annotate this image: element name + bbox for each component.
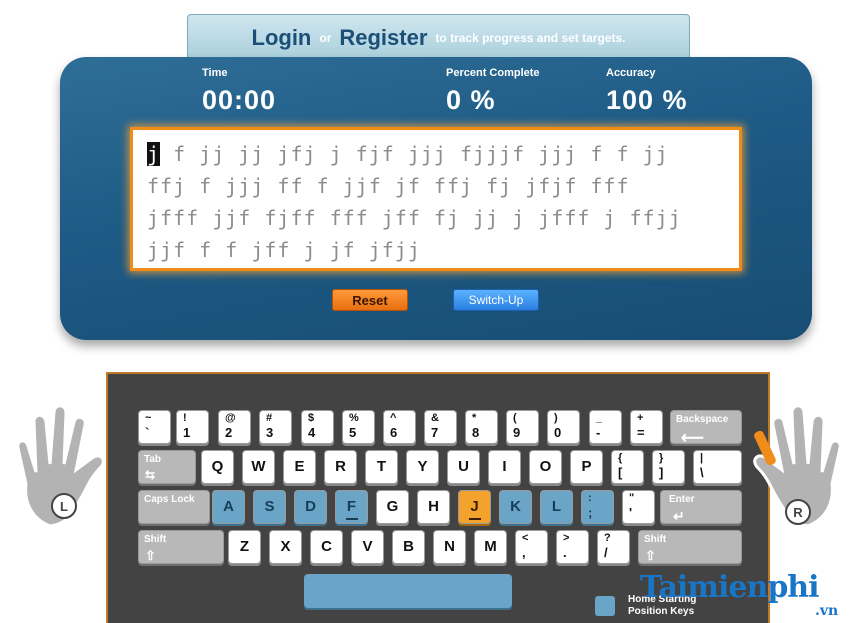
login-register-bar: Login or Register to track progress and …: [187, 14, 690, 60]
key-left-bracket[interactable]: {[: [611, 450, 644, 484]
key-r[interactable]: R: [324, 450, 357, 484]
typing-text-area[interactable]: j f jj jj jfj j fjf jjj fjjjf jjj f f jj…: [130, 127, 742, 271]
accuracy-value: 100 %: [606, 85, 688, 115]
key-l[interactable]: L: [540, 490, 573, 524]
tagline-text: to track progress and set targets.: [435, 30, 626, 45]
key-m[interactable]: M: [474, 530, 507, 564]
key-d[interactable]: D: [294, 490, 327, 524]
text-line-1-rest: f jj jj jfj j fjf jjj fjjjf jjj f f jj: [160, 142, 669, 166]
key-p[interactable]: P: [570, 450, 603, 484]
key-right-bracket[interactable]: }]: [652, 450, 685, 484]
key-2[interactable]: @2: [218, 410, 251, 444]
key-shift-right[interactable]: Shift ⇧: [638, 530, 742, 564]
key-7[interactable]: & 7: [424, 410, 457, 444]
home-keys-legend-swatch: [595, 596, 615, 616]
shift-arrow-icon: ⇧: [645, 548, 656, 563]
key-y[interactable]: Y: [406, 450, 439, 484]
left-hand-label: L: [60, 499, 68, 514]
watermark-logo: Taimienphi: [640, 570, 820, 605]
key-v[interactable]: V: [351, 530, 384, 564]
key-h[interactable]: H: [417, 490, 450, 524]
key-backtick[interactable]: ~ `: [138, 410, 171, 444]
key-e[interactable]: E: [283, 450, 316, 484]
or-text: or: [319, 30, 332, 45]
key-u[interactable]: U: [447, 450, 480, 484]
key-slash[interactable]: ? /: [597, 530, 630, 564]
tab-arrows-icon: ⇆: [145, 468, 156, 482]
key-i[interactable]: I: [488, 450, 521, 484]
key-minus[interactable]: _ -: [589, 410, 622, 444]
key-f[interactable]: F: [335, 490, 368, 524]
key-caps-lock[interactable]: Caps Lock: [138, 490, 210, 524]
home-bump: [345, 518, 358, 520]
key-space[interactable]: [304, 574, 512, 608]
right-hand-icon: R: [753, 404, 842, 528]
key-shift-left[interactable]: Shift ⇧: [138, 530, 224, 564]
key-5[interactable]: % 5: [342, 410, 375, 444]
key-6[interactable]: ^ 6: [383, 410, 416, 444]
enter-arrow-icon: ↵: [673, 508, 685, 524]
key-g[interactable]: G: [376, 490, 409, 524]
login-link[interactable]: Login: [252, 25, 312, 51]
reset-button[interactable]: Reset: [332, 289, 408, 311]
key-o[interactable]: O: [529, 450, 562, 484]
left-hand-icon: L: [16, 404, 105, 528]
register-link[interactable]: Register: [339, 25, 427, 51]
arrow-left-icon: ⟵: [681, 430, 704, 447]
key-s[interactable]: S: [253, 490, 286, 524]
text-line-3: jfff jjf fjff fff jff fj jj j jfff j ffj…: [147, 206, 682, 230]
key-3[interactable]: #3: [259, 410, 292, 444]
key-t[interactable]: T: [365, 450, 398, 484]
text-line-4: jjf f f jff j jf jfjj: [147, 238, 421, 262]
key-c[interactable]: C: [310, 530, 343, 564]
key-9[interactable]: (9: [506, 410, 539, 444]
key-w[interactable]: W: [242, 450, 275, 484]
text-line-2: ffj f jjj ff f jjf jf ffj fj jfjf fff: [147, 174, 630, 198]
current-character: j: [147, 142, 161, 166]
key-semicolon[interactable]: :;: [581, 490, 614, 524]
accuracy-label: Accuracy: [606, 67, 656, 79]
key-b[interactable]: B: [392, 530, 425, 564]
key-comma[interactable]: <,: [515, 530, 548, 564]
shift-arrow-icon: ⇧: [145, 548, 156, 563]
key-n[interactable]: N: [433, 530, 466, 564]
key-z[interactable]: Z: [228, 530, 261, 564]
key-tab[interactable]: Tab ⇆: [138, 450, 196, 484]
key-0[interactable]: ) 0: [547, 410, 580, 444]
home-bump: [468, 518, 481, 520]
key-q[interactable]: Q: [201, 450, 234, 484]
key-period[interactable]: >.: [556, 530, 589, 564]
time-label: Time: [202, 67, 228, 79]
percent-complete-value: 0 %: [446, 85, 496, 115]
key-8[interactable]: * 8: [465, 410, 498, 444]
key-j[interactable]: J: [458, 490, 491, 524]
watermark-suffix: .vn: [815, 603, 839, 619]
typing-panel: Time 00:00 Percent Complete 0 % Accuracy…: [60, 57, 812, 340]
key-equals[interactable]: + =: [630, 410, 663, 444]
key-x[interactable]: X: [269, 530, 302, 564]
key-k[interactable]: K: [499, 490, 532, 524]
time-value: 00:00: [202, 85, 277, 115]
switch-up-button[interactable]: Switch-Up: [453, 289, 539, 311]
key-a[interactable]: A: [212, 490, 245, 524]
key-1[interactable]: ! 1: [176, 410, 209, 444]
key-4[interactable]: $4: [301, 410, 334, 444]
key-quote[interactable]: " ': [622, 490, 655, 524]
right-hand-label: R: [793, 505, 803, 520]
percent-complete-label: Percent Complete: [446, 67, 540, 79]
text-line-1: j f jj jj jfj j fjf jjj fjjjf jjj f f jj: [147, 138, 725, 170]
